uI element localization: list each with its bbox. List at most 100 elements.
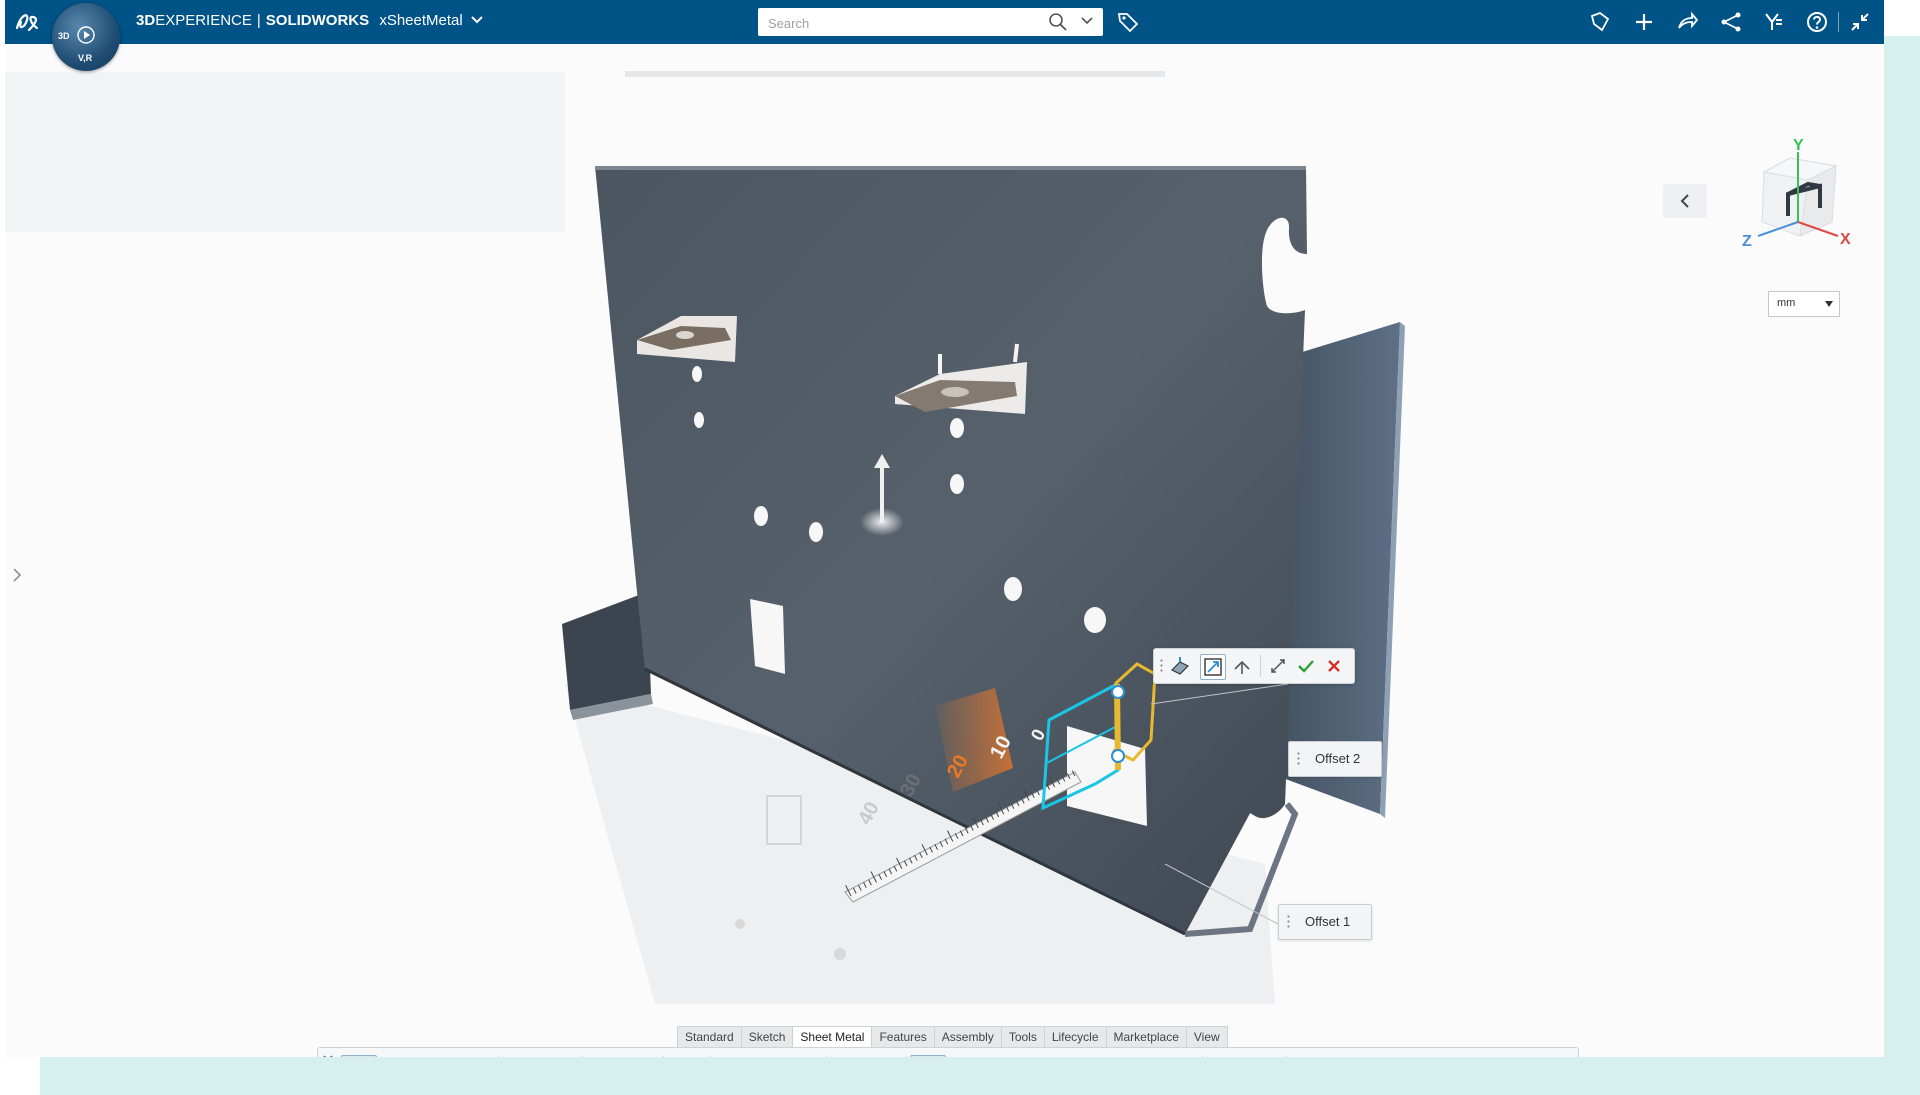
background-accent-right: [1884, 36, 1920, 1095]
action-bar-tabs: Standard Sketch Sheet Metal Features Assembl…: [677, 1026, 1228, 1047]
context-flip-button[interactable]: [1230, 654, 1254, 678]
action-bar-separator: [710, 1056, 711, 1057]
left-panel-expand-icon[interactable]: [10, 566, 24, 584]
tab-sketch[interactable]: Sketch: [740, 1026, 794, 1047]
action-bar-separator: [1202, 1056, 1203, 1057]
dassault-systemes-logo-icon[interactable]: [13, 8, 43, 36]
lofted-bend-button[interactable]: [1328, 1055, 1362, 1057]
3d-viewport[interactable]: 0 10 20 30 40 Y X Z mm Offset 2 Offset 1…: [5, 44, 1884, 1057]
search-box[interactable]: [758, 8, 1103, 36]
rebuild-button[interactable]: [458, 1055, 492, 1057]
app-title[interactable]: 3DEXPERIENCE | SOLIDWORKS xSheetMetal: [136, 12, 484, 29]
tag-add-icon[interactable]: [1588, 10, 1612, 34]
context-offset-mode-button[interactable]: [1200, 654, 1226, 680]
app-menu-chevron-icon[interactable]: [470, 15, 484, 25]
panel-collapse-button[interactable]: [1663, 184, 1707, 218]
settings-button[interactable]: [544, 1055, 578, 1057]
units-dropdown[interactable]: mm: [1768, 291, 1840, 317]
flat-pattern-button[interactable]: [984, 1055, 1018, 1057]
brand-separator: |: [256, 12, 261, 29]
offset2-label-text: Offset 2: [1315, 751, 1361, 766]
context-expand-button[interactable]: [1266, 654, 1290, 678]
background-accent-bottom: [40, 1057, 1920, 1095]
jog-button[interactable]: [1092, 1055, 1126, 1057]
corner-relief-button[interactable]: [1126, 1055, 1160, 1057]
context-toolbar-divider: [1260, 655, 1261, 677]
compass-label-3d: 3D: [58, 31, 70, 41]
hem-button[interactable]: [946, 1055, 980, 1057]
compass-play-icon[interactable]: [76, 25, 96, 45]
apps-icon[interactable]: [1762, 10, 1786, 34]
save-button[interactable]: [418, 1055, 452, 1057]
flange-icon: [1170, 657, 1190, 675]
background-shading: [5, 72, 565, 232]
brand-experience: EXPERIENCE: [155, 12, 252, 29]
offset-flange-button[interactable]: [910, 1055, 946, 1057]
left-flange: [562, 592, 651, 710]
action-bar-collapse-icon[interactable]: [322, 1052, 334, 1057]
units-dropdown-arrow-icon: [1825, 301, 1833, 307]
help-button[interactable]: [670, 1055, 704, 1057]
sweep-flange-button[interactable]: [1292, 1055, 1326, 1057]
convert-to-sheet-metal-button[interactable]: [752, 1055, 786, 1057]
view-cube[interactable]: Y X Z: [1728, 136, 1868, 266]
tab-view[interactable]: View: [1185, 1026, 1228, 1047]
axis-z-label: Z: [1742, 233, 1752, 250]
search-icon[interactable]: [1048, 12, 1068, 32]
offset1-label-text: Offset 1: [1305, 914, 1351, 929]
redo-button[interactable]: [626, 1055, 660, 1057]
compass-widget[interactable]: 3D V,R: [52, 3, 120, 71]
offset1-label-grip[interactable]: [1287, 914, 1290, 930]
axis-y-label: Y: [1793, 137, 1804, 154]
action-bar-separator: [498, 1056, 499, 1057]
search-input[interactable]: [766, 12, 1040, 34]
properties-button[interactable]: [506, 1055, 540, 1057]
sheet-metal-parameters-button[interactable]: [716, 1055, 750, 1057]
tag-icon[interactable]: [1116, 10, 1140, 34]
help-icon[interactable]: [1805, 10, 1829, 34]
action-bar-separator: [906, 1056, 907, 1057]
unfold-button[interactable]: [1018, 1055, 1052, 1057]
action-bar-separator: [663, 1056, 664, 1057]
exit-fullscreen-icon[interactable]: [1848, 10, 1872, 34]
open-button[interactable]: [381, 1055, 415, 1057]
cross-break-button[interactable]: [1364, 1055, 1398, 1057]
brand-prefix: 3D: [136, 12, 156, 29]
application-window: 3D V,R 3DEXPERIENCE | SOLIDWORKS xSheetMet…: [5, 0, 1884, 1057]
offset-handle-bottom[interactable]: [1111, 749, 1125, 763]
new-sketch-button[interactable]: [341, 1055, 377, 1057]
brand-app-name: xSheetMetal: [379, 12, 463, 29]
undo-button[interactable]: [588, 1055, 622, 1057]
tab-standard[interactable]: Standard: [677, 1026, 742, 1047]
offset-handle-top[interactable]: [1111, 685, 1125, 699]
tab-marketplace[interactable]: Marketplace: [1105, 1026, 1187, 1047]
bend-button[interactable]: [1058, 1055, 1092, 1057]
forming-tool-button[interactable]: [1208, 1055, 1242, 1057]
close-icon: [1328, 660, 1340, 672]
context-cancel-button[interactable]: [1322, 654, 1346, 678]
share-icon[interactable]: [1675, 10, 1699, 34]
base-flange-button[interactable]: [832, 1055, 866, 1057]
sheet-metal-gusset-button[interactable]: [1248, 1055, 1282, 1057]
sheet-metal-model[interactable]: 0 10 20 30 40: [5, 44, 1884, 1057]
tab-sheet-metal[interactable]: Sheet Metal: [792, 1026, 873, 1047]
tab-and-slot-button[interactable]: [1164, 1055, 1198, 1057]
context-flange-button[interactable]: [1168, 654, 1192, 678]
wall-button[interactable]: [786, 1055, 820, 1057]
search-options-chevron-icon[interactable]: [1080, 14, 1094, 28]
plate-top-edge: [595, 166, 1306, 170]
offset1-label[interactable]: Offset 1: [1278, 904, 1372, 940]
tab-tools[interactable]: Tools: [1000, 1026, 1045, 1047]
action-bar-separator: [582, 1056, 583, 1057]
offset2-label[interactable]: Offset 2: [1288, 741, 1382, 777]
top-bar: 3D V,R 3DEXPERIENCE | SOLIDWORKS xSheetMet…: [5, 0, 1884, 71]
context-toolbar-grip[interactable]: [1160, 658, 1163, 674]
tab-lifecycle[interactable]: Lifecycle: [1043, 1026, 1107, 1047]
tab-features[interactable]: Features: [871, 1026, 935, 1047]
network-icon[interactable]: [1719, 10, 1743, 34]
tab-assembly[interactable]: Assembly: [933, 1026, 1002, 1047]
add-icon[interactable]: [1632, 10, 1656, 34]
edge-flange-button[interactable]: [868, 1055, 902, 1057]
offset2-label-grip[interactable]: [1297, 751, 1300, 767]
context-confirm-button[interactable]: [1294, 654, 1318, 678]
